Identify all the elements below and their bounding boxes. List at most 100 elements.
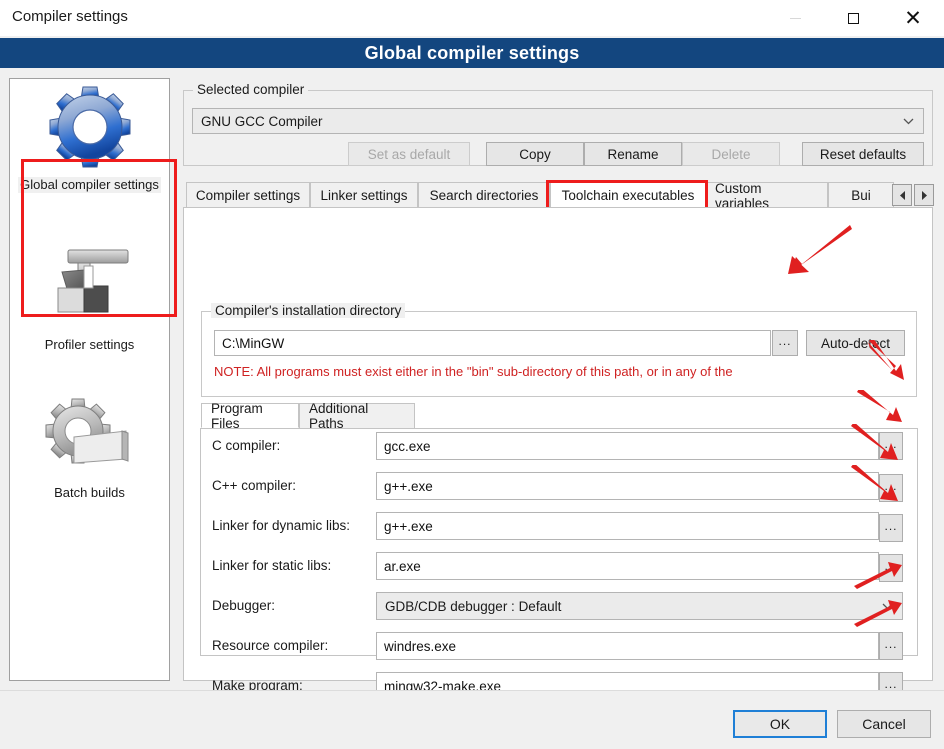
- window-title: Compiler settings: [12, 8, 128, 25]
- static-linker-browse-button[interactable]: ...: [879, 554, 903, 582]
- rename-button[interactable]: Rename: [584, 142, 682, 166]
- clamp-icon: [42, 241, 138, 333]
- chevron-down-icon: [882, 601, 893, 612]
- delete-label: Delete: [711, 146, 751, 162]
- window-titlebar: Compiler settings ✕: [0, 0, 944, 36]
- install-dir-legend: Compiler's installation directory: [211, 303, 406, 318]
- close-icon: ✕: [904, 6, 922, 30]
- resource-compiler-browse-button[interactable]: ...: [879, 632, 903, 660]
- install-dir-note: NOTE: All programs must exist either in …: [214, 364, 733, 379]
- minimize-button[interactable]: [772, 0, 818, 36]
- sidebar-item-label: Batch builds: [54, 485, 125, 500]
- dynamic-linker-input[interactable]: g++.exe: [376, 512, 879, 540]
- inner-tab-program-files[interactable]: Program Files: [201, 400, 299, 431]
- inner-tab-label: Additional Paths: [309, 401, 369, 431]
- browse-dots-label: ...: [884, 637, 898, 651]
- tab-label: Bui: [851, 188, 871, 203]
- tab-label: Compiler settings: [195, 188, 301, 203]
- dynamic-linker-value: g++.exe: [384, 518, 433, 534]
- browse-dots-label: ...: [884, 479, 898, 493]
- chevron-right-icon: [921, 190, 927, 200]
- settings-tabstrip: Compiler settings Linker settings Search…: [183, 180, 934, 211]
- delete-button[interactable]: Delete: [682, 142, 780, 166]
- gear-brick-icon: [42, 389, 138, 481]
- page-title: Global compiler settings: [364, 42, 580, 63]
- c-compiler-value: gcc.exe: [384, 438, 431, 454]
- cpp-compiler-value: g++.exe: [384, 478, 433, 494]
- cancel-button[interactable]: Cancel: [837, 710, 931, 738]
- c-compiler-browse-button[interactable]: ...: [879, 432, 903, 460]
- install-dir-value: C:\MinGW: [222, 335, 285, 351]
- static-linker-label: Linker for static libs:: [212, 558, 332, 573]
- debugger-label: Debugger:: [212, 598, 276, 613]
- compiler-settings-dialog: Compiler settings ✕ Global compiler sett…: [0, 0, 944, 749]
- tab-label: Linker settings: [320, 188, 408, 203]
- resource-compiler-label: Resource compiler:: [212, 638, 329, 653]
- resource-compiler-value: windres.exe: [384, 638, 457, 654]
- tab-label: Search directories: [429, 188, 539, 203]
- c-compiler-input[interactable]: gcc.exe: [376, 432, 879, 460]
- close-button[interactable]: ✕: [890, 0, 936, 36]
- tab-build-options[interactable]: Bui: [828, 182, 894, 208]
- reset-defaults-button[interactable]: Reset defaults: [802, 142, 924, 166]
- inner-tab-label: Program Files: [211, 400, 263, 431]
- selected-compiler-legend: Selected compiler: [193, 82, 309, 97]
- settings-content-panel: Selected compiler GNU GCC Compiler Set a…: [181, 78, 935, 700]
- tab-custom-variables[interactable]: Custom variables: [706, 180, 828, 211]
- tab-label: Toolchain executables: [561, 188, 695, 203]
- dynamic-linker-label: Linker for dynamic libs:: [212, 518, 351, 533]
- cancel-label: Cancel: [862, 716, 906, 732]
- minimize-icon: [789, 17, 801, 19]
- page-banner: Global compiler settings: [0, 38, 944, 68]
- copy-label: Copy: [519, 146, 551, 162]
- browse-dots-label: ...: [884, 559, 898, 573]
- set-as-default-label: Set as default: [367, 146, 451, 162]
- selected-compiler-combo[interactable]: GNU GCC Compiler: [192, 108, 924, 134]
- tab-scroll-right-button[interactable]: [914, 184, 934, 206]
- c-compiler-label: C compiler:: [212, 438, 281, 453]
- chevron-down-icon: [903, 116, 914, 127]
- browse-dots-label: ...: [884, 677, 898, 691]
- tab-search-directories[interactable]: Search directories: [418, 182, 550, 208]
- tab-toolchain-executables[interactable]: Toolchain executables: [550, 182, 706, 208]
- settings-sidebar: Global compiler settings Profiler settin…: [9, 78, 177, 681]
- ok-label: OK: [769, 716, 791, 732]
- sidebar-item-label: Global compiler settings: [18, 177, 161, 193]
- tab-label: Custom variables: [715, 180, 770, 211]
- selected-compiler-value: GNU GCC Compiler: [201, 113, 323, 129]
- set-as-default-button[interactable]: Set as default: [348, 142, 470, 166]
- debugger-combo[interactable]: GDB/CDB debugger : Default: [376, 592, 903, 620]
- rename-label: Rename: [607, 146, 659, 162]
- install-dir-browse-button[interactable]: ...: [772, 330, 798, 356]
- install-dir-input[interactable]: C:\MinGW: [214, 330, 771, 356]
- tab-compiler-settings[interactable]: Compiler settings: [186, 182, 310, 208]
- program-files-panel: [200, 428, 918, 656]
- sidebar-item-profiler-settings[interactable]: Profiler settings: [10, 241, 169, 353]
- cpp-compiler-label: C++ compiler:: [212, 478, 297, 493]
- resource-compiler-input[interactable]: windres.exe: [376, 632, 879, 660]
- sidebar-item-label: Profiler settings: [44, 337, 135, 352]
- maximize-icon: [847, 12, 859, 24]
- auto-detect-label: Auto-detect: [820, 335, 891, 351]
- reset-defaults-label: Reset defaults: [819, 146, 907, 162]
- ok-button[interactable]: OK: [733, 710, 827, 738]
- maximize-button[interactable]: [830, 0, 876, 36]
- tab-scroll-left-button[interactable]: [892, 184, 912, 206]
- copy-button[interactable]: Copy: [486, 142, 584, 166]
- browse-dots-label: ...: [778, 334, 792, 348]
- tab-linker-settings[interactable]: Linker settings: [310, 182, 418, 208]
- gear-icon: [42, 81, 138, 173]
- sidebar-item-batch-builds[interactable]: Batch builds: [10, 389, 169, 501]
- cpp-compiler-input[interactable]: g++.exe: [376, 472, 879, 500]
- static-linker-value: ar.exe: [384, 558, 421, 574]
- dynamic-linker-browse-button[interactable]: ...: [879, 514, 903, 542]
- cpp-compiler-browse-button[interactable]: ...: [879, 474, 903, 502]
- static-linker-input[interactable]: ar.exe: [376, 552, 879, 580]
- browse-dots-label: ...: [884, 437, 898, 451]
- auto-detect-button[interactable]: Auto-detect: [806, 330, 905, 356]
- inner-tab-additional-paths[interactable]: Additional Paths: [299, 401, 415, 431]
- debugger-value: GDB/CDB debugger : Default: [385, 598, 562, 614]
- browse-dots-label: ...: [884, 519, 898, 533]
- chevron-left-icon: [899, 190, 905, 200]
- sidebar-item-global-compiler-settings[interactable]: Global compiler settings: [10, 81, 169, 193]
